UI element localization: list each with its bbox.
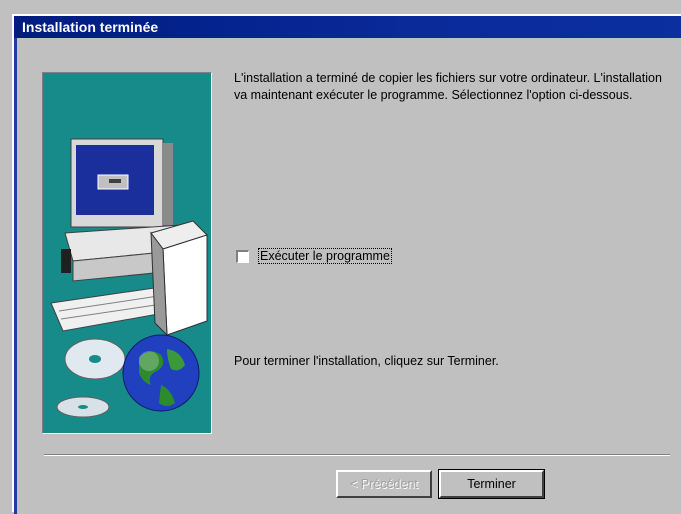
finish-button-label: Terminer [467,477,516,491]
computer-icon [50,138,208,337]
intro-text: L'installation a terminé de copier les f… [234,71,662,102]
window-title: Installation terminée [22,19,159,35]
finish-instruction: Pour terminer l'installation, cliquez su… [234,354,499,368]
window-border [14,38,17,514]
run-program-label[interactable]: Exécuter le programme [258,248,392,264]
title-bar: Installation terminée [14,16,681,38]
run-program-checkbox[interactable] [236,249,249,263]
run-program-option[interactable]: Exécuter le programme [236,248,392,264]
globe-icon [122,334,200,412]
cd-icon [56,338,126,418]
back-button[interactable]: < Précédent [336,470,432,498]
finish-button[interactable]: Terminer [438,469,545,499]
divider [44,454,670,456]
installation-dialog: Installation terminée L'installation a t… [12,14,681,514]
setup-illustration [42,72,212,434]
